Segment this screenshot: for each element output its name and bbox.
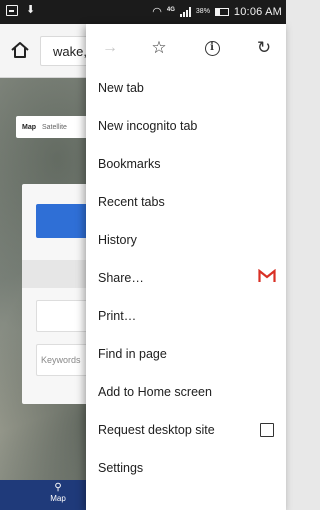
menu-item-label: Add to Home screen (98, 385, 212, 399)
overflow-menu: → ☆ i ↻ New tab New incognito tab Bookma… (86, 24, 286, 510)
menu-item-label: Settings (98, 461, 144, 475)
clock: 10:06 AM (233, 5, 282, 18)
tab-map[interactable]: Map (22, 124, 36, 131)
gmail-icon[interactable] (258, 269, 276, 283)
menu-item-label: History (98, 233, 137, 247)
menu-item-share[interactable]: Share… (98, 260, 282, 296)
menu-item-recent-tabs[interactable]: Recent tabs (98, 184, 282, 220)
battery-icon (214, 7, 229, 16)
menu-item-label: Recent tabs (98, 195, 165, 209)
nav-map-button[interactable]: ⚲ Map (38, 482, 78, 510)
status-bar: ⬇ ◠ 4G 38% 10:06 AM (0, 0, 286, 24)
page-info-icon[interactable]: i (200, 36, 224, 60)
menu-item-history[interactable]: History (98, 222, 282, 258)
network-type: 4G (166, 6, 175, 13)
desktop-site-checkbox[interactable] (260, 423, 274, 437)
menu-icon-row: → ☆ i ↻ (86, 24, 286, 72)
menu-item-settings[interactable]: Settings (98, 450, 282, 486)
menu-item-label: New tab (98, 81, 144, 95)
menu-item-label: Print… (98, 309, 137, 323)
menu-item-label: Find in page (98, 347, 167, 361)
menu-item-add-to-home-screen[interactable]: Add to Home screen (98, 374, 282, 410)
map-pin-icon: ⚲ (54, 482, 62, 493)
home-icon[interactable] (10, 40, 30, 60)
menu-item-print[interactable]: Print… (98, 298, 282, 334)
forward-icon[interactable]: → (98, 36, 122, 60)
panel-divider (22, 260, 92, 288)
wifi-icon: ◠ (152, 6, 162, 18)
menu-item-new-tab[interactable]: New tab (98, 70, 282, 106)
battery-percent: 38% (195, 8, 210, 15)
reload-icon[interactable]: ↻ (252, 36, 276, 60)
download-icon: ⬇ (26, 4, 36, 16)
menu-item-label: Share… (98, 271, 144, 285)
tab-satellite[interactable]: Satellite (42, 124, 67, 131)
bookmark-star-icon[interactable]: ☆ (147, 36, 171, 60)
nav-map-label: Map (50, 494, 66, 503)
notification-icon (6, 5, 18, 16)
menu-item-new-incognito-tab[interactable]: New incognito tab (98, 108, 282, 144)
menu-item-find-in-page[interactable]: Find in page (98, 336, 282, 372)
menu-item-bookmarks[interactable]: Bookmarks (98, 146, 282, 182)
menu-item-label: Bookmarks (98, 157, 161, 171)
signal-icon (179, 6, 191, 17)
search-panel: Keywords (22, 184, 96, 404)
menu-item-label: Request desktop site (98, 423, 215, 437)
menu-item-label: New incognito tab (98, 119, 198, 133)
menu-item-request-desktop-site[interactable]: Request desktop site (98, 412, 282, 448)
map-type-tabs: Map Satellite (16, 116, 88, 138)
